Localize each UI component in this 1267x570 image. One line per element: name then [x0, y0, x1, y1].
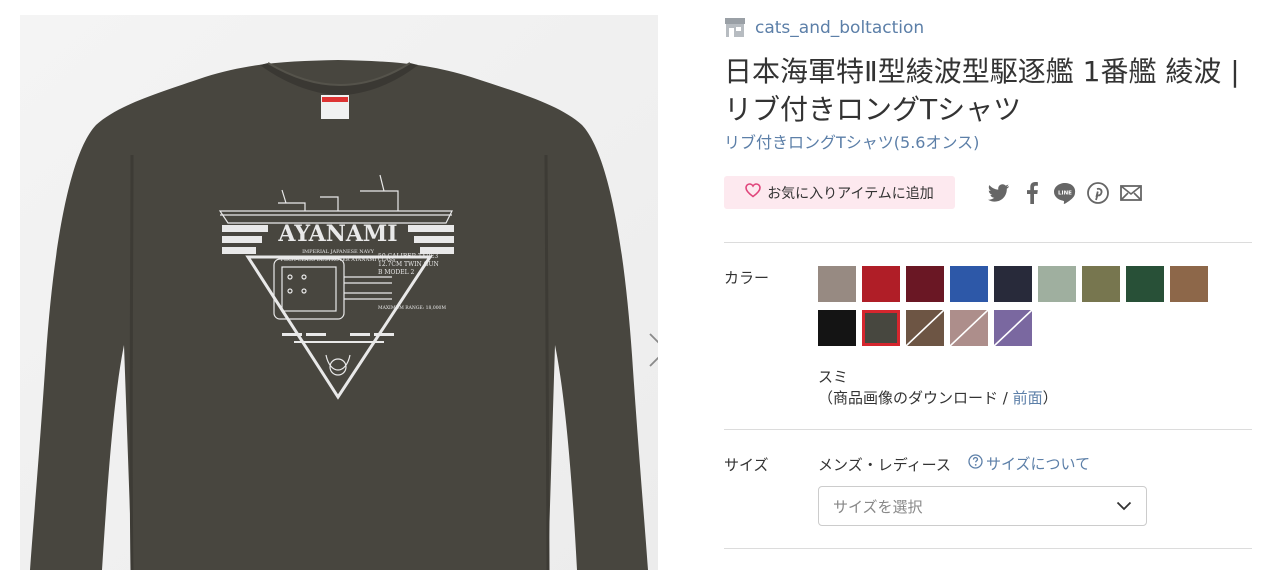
color-swatch-royal-blue[interactable] — [950, 266, 988, 302]
download-suffix: ） — [1042, 389, 1058, 407]
product-type-link[interactable]: リブ付きロングTシャツ(5.6オンス) — [724, 129, 979, 153]
twitter-icon[interactable] — [987, 179, 1011, 207]
mail-icon[interactable] — [1119, 179, 1143, 207]
divider — [724, 548, 1252, 549]
shop-icon — [724, 17, 746, 39]
print-title: AYANAMI — [277, 221, 397, 247]
print-spec-3: B MODEL 2 — [378, 269, 414, 276]
pinterest-icon[interactable] — [1086, 179, 1110, 207]
shop-row: cats_and_boltaction — [724, 17, 924, 39]
tshirt-image: AYANAMI IMPERIAL JAPANESE NAVY FIRST-CLA… — [20, 15, 658, 570]
color-swatch-burgundy[interactable] — [906, 266, 944, 302]
print-subtitle-1: IMPERIAL JAPANESE NAVY — [302, 249, 375, 255]
selected-color-name: スミ — [818, 368, 849, 386]
size-select[interactable]: サイズを選択 — [818, 486, 1147, 526]
color-swatch-sage[interactable] — [1038, 266, 1076, 302]
color-swatch-forest-green[interactable] — [1126, 266, 1164, 302]
add-to-favorites-button[interactable]: お気に入りアイテムに追加 — [724, 176, 955, 209]
color-swatch-heather-brown[interactable] — [906, 310, 944, 346]
color-swatch-red[interactable] — [862, 266, 900, 302]
divider — [724, 242, 1252, 243]
image-download-line: （商品画像のダウンロード / 前面） — [818, 387, 1058, 408]
download-front-link[interactable]: 前面 — [1013, 389, 1043, 407]
size-label: サイズ — [724, 456, 769, 474]
share-icons: LINE — [987, 179, 1143, 207]
print-spec-1: 50 CALIBER TYPE3 — [378, 253, 438, 260]
color-swatch-olive[interactable] — [1082, 266, 1120, 302]
chevron-right-icon[interactable] — [646, 330, 658, 370]
size-guide-label: サイズについて — [986, 455, 1091, 473]
question-circle-icon — [968, 454, 983, 473]
color-swatch-sumi[interactable] — [862, 310, 900, 346]
product-image[interactable]: AYANAMI IMPERIAL JAPANESE NAVY FIRST-CLA… — [20, 15, 658, 570]
size-select-placeholder: サイズを選択 — [833, 497, 923, 516]
chevron-down-icon — [1116, 497, 1132, 515]
color-swatch-heather-purple[interactable] — [994, 310, 1032, 346]
facebook-icon[interactable] — [1020, 179, 1044, 207]
divider — [724, 429, 1252, 430]
product-title: 日本海軍特Ⅱ型綾波型駆逐艦 1番艦 綾波 | リブ付きロングTシャツ — [724, 55, 1240, 126]
download-prefix: （商品画像のダウンロード / — [818, 389, 1013, 407]
color-swatch-heather-pink[interactable] — [950, 310, 988, 346]
size-guide-link[interactable]: サイズについて — [968, 453, 1090, 474]
color-swatch-light-gray[interactable] — [818, 266, 856, 302]
color-label: カラー — [724, 269, 770, 287]
print-spec-2: 12.7CM TWIN GUN — [378, 261, 439, 268]
color-swatch-brown[interactable] — [1170, 266, 1208, 302]
color-swatch-black[interactable] — [818, 310, 856, 346]
line-icon[interactable]: LINE — [1053, 179, 1077, 207]
color-swatch-navy[interactable] — [994, 266, 1032, 302]
print-range: MAXIMUM RANGE: 18,000M — [378, 305, 446, 311]
heart-icon — [745, 183, 761, 202]
svg-text:LINE: LINE — [1058, 191, 1072, 197]
size-category: メンズ・レディース — [818, 456, 951, 474]
favorite-label: お気に入りアイテムに追加 — [767, 185, 934, 202]
shop-name-link[interactable]: cats_and_boltaction — [755, 18, 924, 38]
